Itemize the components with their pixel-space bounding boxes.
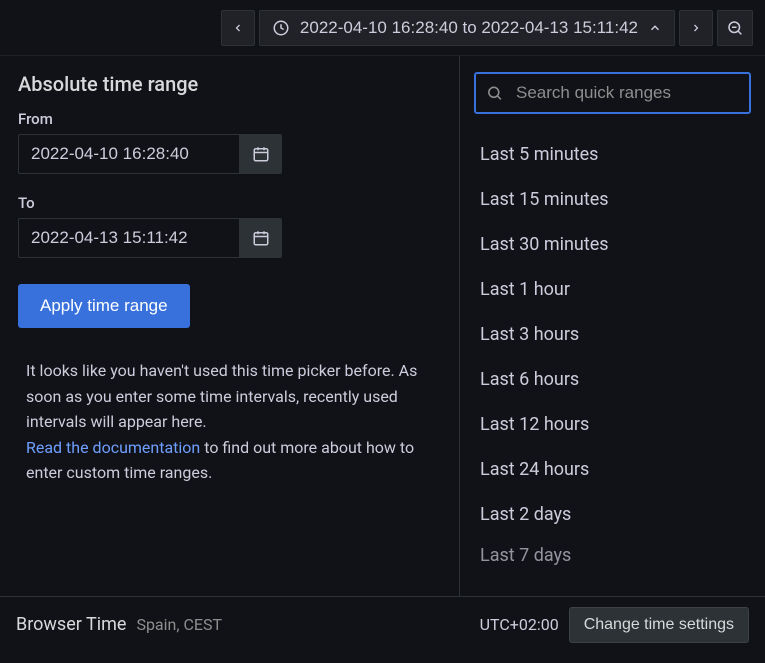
zoom-out-button[interactable] — [717, 10, 753, 46]
clock-icon — [272, 19, 290, 37]
quick-range-search-input[interactable] — [474, 72, 751, 114]
timezone-offset: UTC+02:00 — [480, 615, 559, 634]
to-label: To — [18, 194, 441, 212]
apply-time-range-button[interactable]: Apply time range — [18, 284, 190, 328]
quick-range-item[interactable]: Last 3 hours — [474, 312, 751, 357]
next-range-button[interactable] — [679, 10, 713, 46]
timezone-info: Browser Time Spain, CEST — [16, 614, 222, 635]
absolute-title: Absolute time range — [18, 72, 441, 96]
quick-range-item[interactable]: Last 24 hours — [474, 447, 751, 492]
quick-range-item[interactable]: Last 1 hour — [474, 267, 751, 312]
chevron-right-icon — [690, 21, 702, 35]
prev-range-button[interactable] — [221, 10, 255, 46]
chevron-up-icon — [648, 21, 662, 35]
search-wrapper — [474, 72, 751, 114]
quick-range-item[interactable]: Last 7 days — [474, 537, 751, 578]
timezone-title: Browser Time — [16, 614, 126, 635]
from-field-row — [18, 134, 441, 174]
timezone-footer: Browser Time Spain, CEST UTC+02:00 Chang… — [0, 596, 765, 652]
help-text: It looks like you haven't used this time… — [18, 358, 441, 486]
to-calendar-button[interactable] — [240, 218, 282, 258]
calendar-icon — [252, 229, 270, 247]
chevron-left-icon — [232, 21, 244, 35]
absolute-range-section: Absolute time range From To Apply time r… — [0, 56, 460, 596]
calendar-icon — [252, 145, 270, 163]
to-field-row — [18, 218, 441, 258]
quick-range-item[interactable]: Last 5 minutes — [474, 132, 751, 177]
docs-link[interactable]: Read the documentation — [26, 438, 200, 457]
time-range-display: 2022-04-10 16:28:40 to 2022-04-13 15:11:… — [300, 18, 638, 38]
from-label: From — [18, 110, 441, 128]
time-picker-panel: Absolute time range From To Apply time r… — [0, 56, 765, 596]
quick-range-item[interactable]: Last 30 minutes — [474, 222, 751, 267]
quick-range-item[interactable]: Last 6 hours — [474, 357, 751, 402]
help-line1: It looks like you haven't used this time… — [26, 361, 417, 431]
timezone-location: Spain, CEST — [136, 615, 222, 634]
to-input[interactable] — [18, 218, 240, 258]
timezone-controls: UTC+02:00 Change time settings — [480, 607, 749, 643]
from-input[interactable] — [18, 134, 240, 174]
time-range-picker-button[interactable]: 2022-04-10 16:28:40 to 2022-04-13 15:11:… — [259, 10, 675, 46]
change-time-settings-button[interactable]: Change time settings — [569, 607, 749, 643]
quick-range-item[interactable]: Last 12 hours — [474, 402, 751, 447]
search-icon — [486, 85, 503, 102]
quick-ranges-section: Last 5 minutes Last 15 minutes Last 30 m… — [460, 56, 765, 596]
zoom-out-icon — [726, 19, 744, 37]
quick-range-list: Last 5 minutes Last 15 minutes Last 30 m… — [474, 132, 751, 578]
quick-range-item[interactable]: Last 2 days — [474, 492, 751, 537]
quick-range-item[interactable]: Last 15 minutes — [474, 177, 751, 222]
from-calendar-button[interactable] — [240, 134, 282, 174]
top-toolbar: 2022-04-10 16:28:40 to 2022-04-13 15:11:… — [0, 0, 765, 56]
